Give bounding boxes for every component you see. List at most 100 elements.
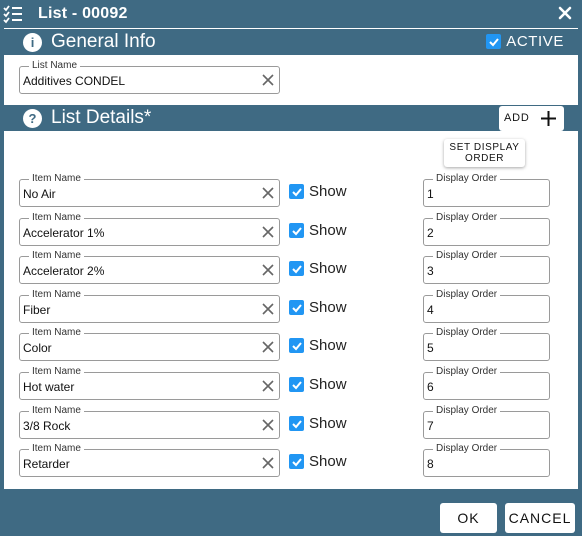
- show-toggle[interactable]: Show: [289, 453, 347, 470]
- show-label: Show: [309, 337, 347, 354]
- display-order-input[interactable]: [427, 225, 544, 241]
- item-name-field: Item Name: [19, 366, 280, 400]
- clear-item-name-icon[interactable]: [261, 456, 275, 470]
- display-order-legend: Display Order: [433, 212, 501, 224]
- list-details-title: List Details*: [51, 107, 152, 128]
- item-name-input[interactable]: [23, 456, 252, 472]
- display-order-legend: Display Order: [433, 405, 501, 417]
- item-name-input[interactable]: [23, 418, 252, 434]
- show-checkbox[interactable]: [289, 261, 304, 276]
- show-label: Show: [309, 222, 347, 239]
- display-order-field: Display Order: [423, 250, 550, 284]
- item-name-input[interactable]: [23, 302, 252, 318]
- add-label: ADD: [504, 112, 530, 124]
- show-toggle[interactable]: Show: [289, 260, 347, 277]
- item-name-legend: Item Name: [29, 405, 84, 417]
- item-name-input[interactable]: [23, 225, 252, 241]
- item-name-legend: Item Name: [29, 173, 84, 185]
- show-label: Show: [309, 376, 347, 393]
- display-order-field: Display Order: [423, 327, 550, 361]
- checklist-icon: [2, 4, 24, 24]
- item-name-input[interactable]: [23, 263, 252, 279]
- set-display-order-button[interactable]: SET DISPLAY ORDER: [444, 139, 525, 167]
- show-checkbox[interactable]: [289, 377, 304, 392]
- check-icon: [291, 187, 302, 196]
- clear-item-name-icon[interactable]: [261, 302, 275, 316]
- item-name-field: Item Name: [19, 173, 280, 207]
- display-order-input[interactable]: [427, 456, 544, 472]
- item-name-legend: Item Name: [29, 327, 84, 339]
- item-name-input[interactable]: [23, 186, 252, 202]
- plus-icon: [540, 110, 557, 127]
- general-info-header: i General Info ACTIVE: [4, 29, 578, 55]
- item-name-legend: Item Name: [29, 212, 84, 224]
- display-order-legend: Display Order: [433, 173, 501, 185]
- display-order-input[interactable]: [427, 263, 544, 279]
- show-toggle[interactable]: Show: [289, 222, 347, 239]
- display-order-field: Display Order: [423, 443, 550, 477]
- show-toggle[interactable]: Show: [289, 337, 347, 354]
- window-titlebar: List - 00092: [0, 0, 582, 28]
- clear-item-name-icon[interactable]: [261, 418, 275, 432]
- active-checkbox[interactable]: [486, 34, 502, 49]
- display-order-legend: Display Order: [433, 289, 501, 301]
- show-toggle[interactable]: Show: [289, 183, 347, 200]
- show-label: Show: [309, 260, 347, 277]
- display-order-input[interactable]: [427, 379, 544, 395]
- item-name-input[interactable]: [23, 379, 252, 395]
- help-icon: ?: [23, 109, 42, 128]
- active-toggle[interactable]: ACTIVE: [486, 33, 564, 50]
- list-name-field: List Name: [19, 60, 280, 94]
- display-order-input[interactable]: [427, 340, 544, 356]
- show-label: Show: [309, 453, 347, 470]
- display-order-legend: Display Order: [433, 366, 501, 378]
- clear-item-name-icon[interactable]: [261, 186, 275, 200]
- display-order-input[interactable]: [427, 418, 544, 434]
- display-order-field: Display Order: [423, 289, 550, 323]
- check-icon: [291, 341, 302, 350]
- item-name-legend: Item Name: [29, 289, 84, 301]
- item-name-legend: Item Name: [29, 366, 84, 378]
- ok-button[interactable]: OK: [440, 503, 497, 533]
- add-item-button[interactable]: ADD: [499, 106, 564, 131]
- show-toggle[interactable]: Show: [289, 415, 347, 432]
- show-checkbox[interactable]: [289, 184, 304, 199]
- display-order-field: Display Order: [423, 173, 550, 207]
- display-order-field: Display Order: [423, 212, 550, 246]
- display-order-legend: Display Order: [433, 443, 501, 455]
- set-order-label-line1: SET DISPLAY: [449, 142, 520, 153]
- window-title: List - 00092: [38, 5, 128, 22]
- clear-item-name-icon[interactable]: [261, 225, 275, 239]
- display-order-input[interactable]: [427, 302, 544, 318]
- item-name-field: Item Name: [19, 327, 280, 361]
- item-name-field: Item Name: [19, 443, 280, 477]
- clear-item-name-icon[interactable]: [261, 263, 275, 277]
- show-toggle[interactable]: Show: [289, 376, 347, 393]
- show-checkbox[interactable]: [289, 454, 304, 469]
- show-toggle[interactable]: Show: [289, 299, 347, 316]
- show-checkbox[interactable]: [289, 416, 304, 431]
- list-name-input[interactable]: [23, 73, 252, 89]
- item-name-legend: Item Name: [29, 443, 84, 455]
- check-icon: [291, 264, 302, 273]
- item-name-field: Item Name: [19, 212, 280, 246]
- cancel-button[interactable]: CANCEL: [505, 503, 575, 533]
- display-order-input[interactable]: [427, 186, 544, 202]
- show-checkbox[interactable]: [289, 223, 304, 238]
- check-icon: [291, 457, 302, 466]
- dialog-body: i General Info ACTIVE List Name ? List D…: [4, 28, 578, 489]
- list-details-header: ? List Details* ADD: [4, 105, 578, 131]
- item-name-input[interactable]: [23, 340, 252, 356]
- show-label: Show: [309, 415, 347, 432]
- show-checkbox[interactable]: [289, 300, 304, 315]
- clear-item-name-icon[interactable]: [261, 340, 275, 354]
- display-order-field: Display Order: [423, 405, 550, 439]
- show-checkbox[interactable]: [289, 338, 304, 353]
- show-label: Show: [309, 183, 347, 200]
- set-order-label-line2: ORDER: [464, 153, 505, 164]
- display-order-legend: Display Order: [433, 327, 501, 339]
- info-icon: i: [23, 33, 42, 52]
- clear-list-name-icon[interactable]: [261, 73, 275, 87]
- close-icon[interactable]: [556, 4, 574, 22]
- clear-item-name-icon[interactable]: [261, 379, 275, 393]
